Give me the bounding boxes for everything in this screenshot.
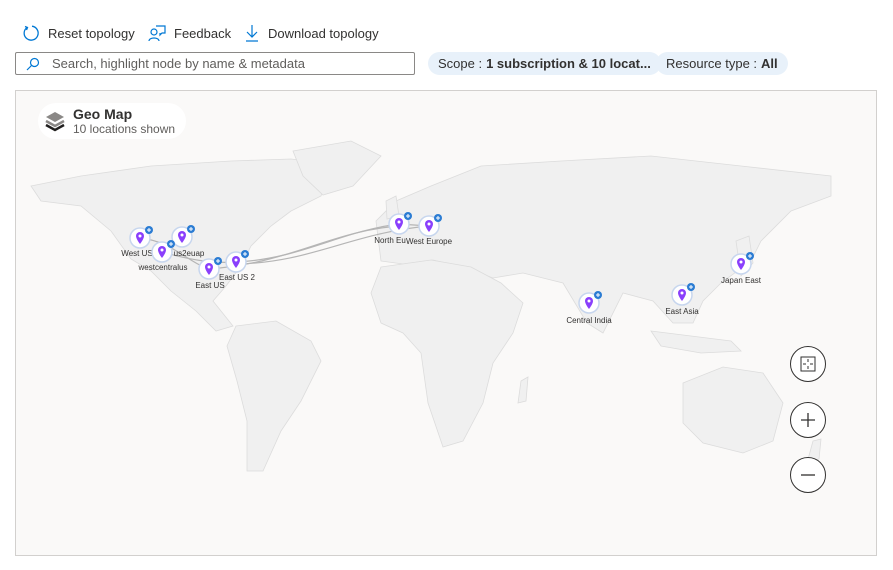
pin-dot [138, 234, 142, 238]
expand-badge[interactable] [214, 257, 222, 265]
world-map: West US us2euap westcentralus East USEast U… [30, 140, 832, 472]
legend-subtitle: 10 locations shown [73, 122, 176, 136]
scope-label: Scope : [438, 56, 483, 71]
pin-dot [234, 258, 238, 262]
scope-value: 1 subscription & 10 locat... [486, 56, 651, 71]
expand-badge[interactable] [241, 250, 249, 258]
location-label: West Europe [406, 237, 453, 246]
pin-dot [587, 299, 591, 303]
indonesia [650, 330, 742, 354]
location-label: East US [195, 281, 224, 290]
zoom-in-button[interactable] [790, 402, 826, 438]
download-topology-button[interactable]: Download topology [244, 24, 379, 42]
fit-to-screen-button[interactable] [790, 346, 826, 382]
expand-badge[interactable] [167, 240, 175, 248]
pin-dot [397, 220, 401, 224]
reset-topology-label: Reset topology [48, 25, 135, 41]
map-legend: Geo Map 10 locations shown [38, 103, 186, 139]
scope-filter-pill[interactable]: Scope :1 subscription & 10 locat... [428, 52, 661, 75]
location-label: westcentralus [138, 263, 188, 272]
resource-type-label: Resource type : [666, 56, 758, 71]
expand-badge[interactable] [746, 252, 754, 260]
geo-map[interactable]: West US us2euap westcentralus East US East U… [15, 90, 877, 556]
location-label: West US [121, 249, 152, 258]
plus-icon [801, 413, 815, 427]
resource-type-filter-pill[interactable]: Resource type : All [656, 52, 788, 75]
feedback-button[interactable]: Feedback [148, 24, 231, 42]
expand-badge[interactable] [687, 283, 695, 291]
fit-screen-icon [800, 356, 816, 372]
refresh-icon [23, 25, 39, 41]
location-label: East Asia [665, 307, 699, 316]
pin-dot [739, 260, 743, 264]
south-america [226, 320, 322, 472]
reset-topology-button[interactable]: Reset topology [22, 24, 135, 42]
expand-badge[interactable] [434, 214, 442, 222]
layers-icon [45, 112, 65, 132]
resource-type-value: All [761, 56, 778, 71]
australia [682, 366, 784, 454]
search-icon [26, 57, 40, 70]
feedback-label: Feedback [174, 25, 232, 41]
download-icon [246, 25, 258, 42]
location-label: East US 2 [219, 273, 256, 282]
pin-dot [427, 222, 431, 226]
download-topology-label: Download topology [268, 25, 379, 41]
location-label: Japan East [721, 276, 762, 285]
expand-badge[interactable] [187, 225, 195, 233]
pin-dot [680, 291, 684, 295]
location-label: us2euap [174, 249, 205, 258]
feedback-icon [148, 25, 166, 42]
expand-badge[interactable] [404, 212, 412, 220]
continents [30, 140, 832, 472]
expand-badge[interactable] [145, 226, 153, 234]
pin-dot [207, 265, 211, 269]
pin-dot [160, 248, 164, 252]
madagascar [517, 376, 529, 404]
search-input[interactable] [50, 55, 390, 72]
expand-badge[interactable] [594, 291, 602, 299]
pin-dot [180, 233, 184, 237]
africa [370, 259, 524, 448]
location-label: North Eu [374, 236, 406, 245]
location-label: Central India [566, 316, 612, 325]
legend-title: Geo Map [73, 106, 133, 122]
zoom-out-button[interactable] [790, 457, 826, 493]
search-box[interactable] [15, 52, 415, 75]
minus-icon [801, 474, 815, 476]
